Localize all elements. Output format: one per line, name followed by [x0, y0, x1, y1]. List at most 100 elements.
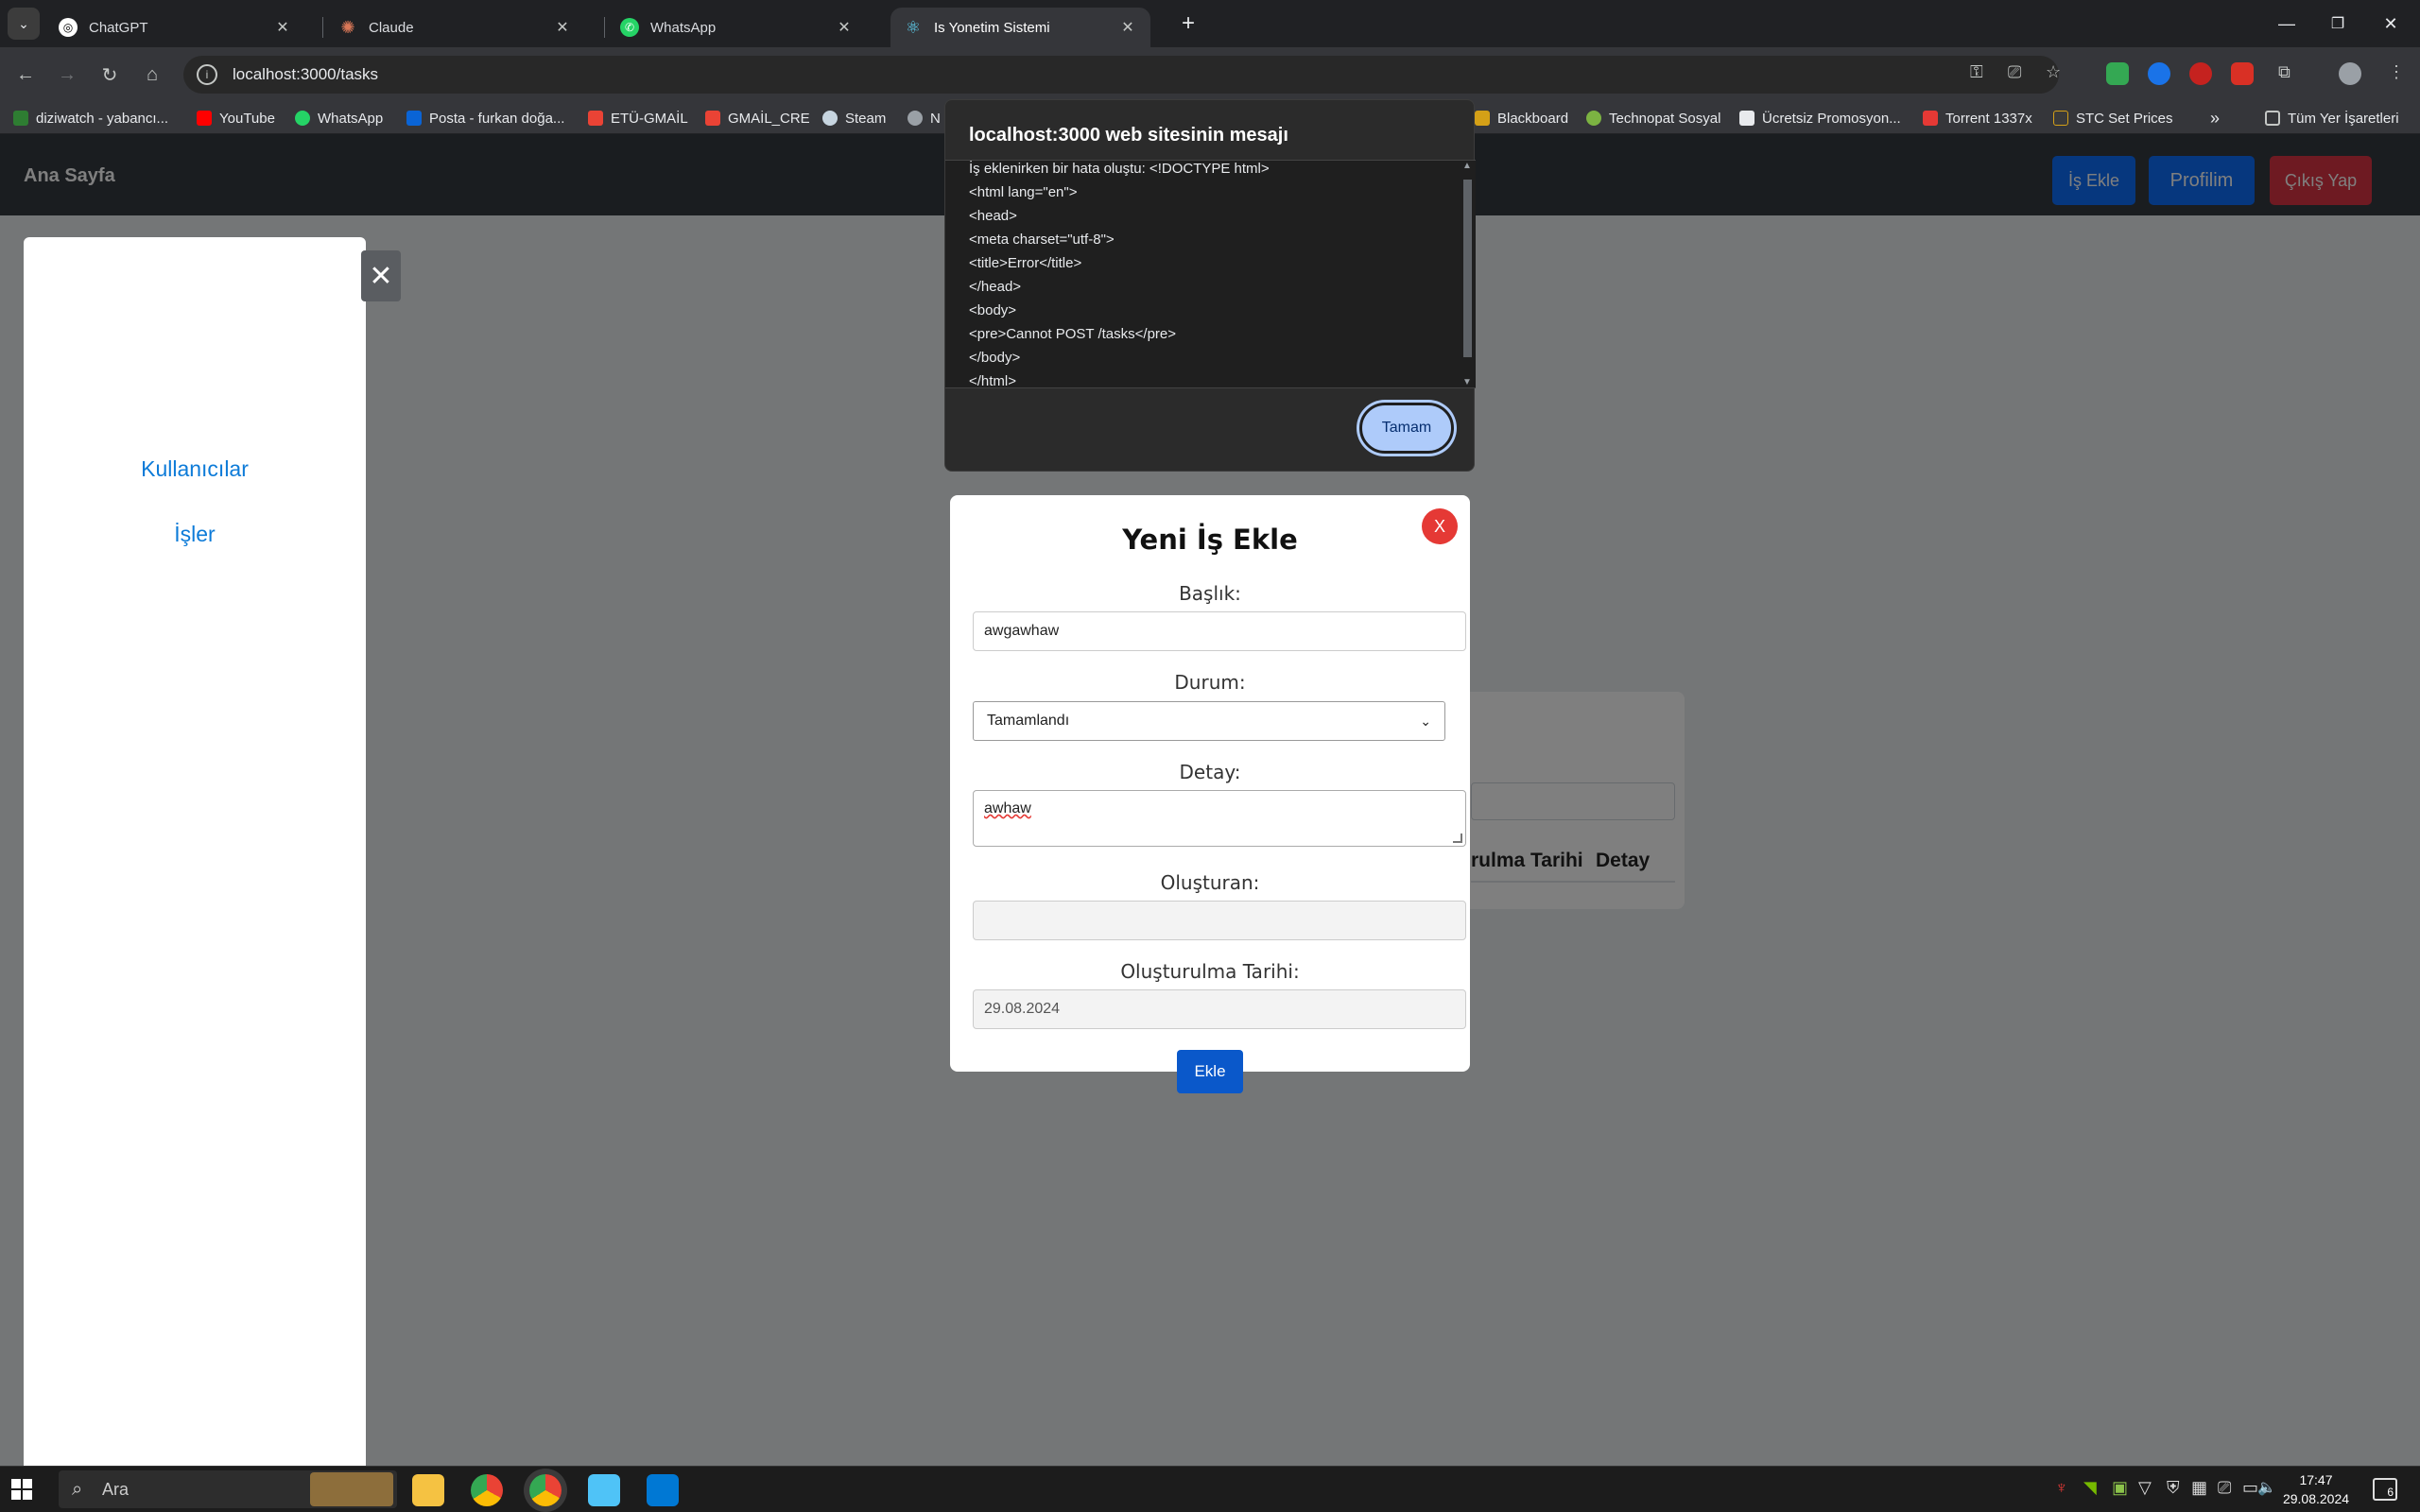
- close-icon[interactable]: ✕: [273, 18, 292, 37]
- tray-green-icon[interactable]: ▣: [2112, 1478, 2128, 1498]
- file-explorer-icon[interactable]: [412, 1474, 444, 1506]
- chrome-icon[interactable]: [471, 1474, 503, 1506]
- tray-grid-icon[interactable]: ▦: [2191, 1478, 2207, 1498]
- scroll-down-icon[interactable]: ▼: [1462, 377, 1472, 387]
- sidebar-item-tasks[interactable]: İşler: [24, 522, 366, 547]
- date-input[interactable]: 29.08.2024: [973, 989, 1466, 1029]
- title-label: Başlık:: [1179, 582, 1241, 605]
- scroll-up-icon[interactable]: ▲: [1462, 161, 1472, 171]
- tray-chevron-icon[interactable]: ▽: [2138, 1478, 2152, 1498]
- search-placeholder: Ara: [102, 1479, 130, 1499]
- nvidia-icon[interactable]: ◥: [2083, 1478, 2097, 1498]
- tab-is-yonetim-sistemi[interactable]: ⚛ Is Yonetim Sistemi ✕: [890, 8, 1150, 47]
- back-icon[interactable]: ←: [9, 59, 42, 91]
- sidebar: Kullanıcılar İşler: [24, 237, 366, 1466]
- alert-ok-button[interactable]: Tamam: [1359, 403, 1454, 454]
- bookmark-blackboard[interactable]: Blackboard: [1475, 108, 1568, 129]
- bookmark-youtube[interactable]: YouTube: [197, 108, 275, 129]
- alert-scrollbar[interactable]: ▲ ▼: [1462, 161, 1472, 387]
- bookmark-label: Blackboard: [1497, 110, 1569, 127]
- bookmark-ucretsiz-promosyon[interactable]: Ücretsiz Promosyon...: [1739, 108, 1901, 129]
- security-icon[interactable]: ⛨: [2167, 1478, 2180, 1498]
- x-icon: [1923, 111, 1938, 126]
- minimize-icon[interactable]: —: [2263, 0, 2310, 47]
- address-bar[interactable]: i localhost:3000/tasks: [183, 56, 2059, 94]
- chrome-active-icon[interactable]: [529, 1474, 562, 1506]
- extensions-puzzle-icon[interactable]: ⧉: [2278, 62, 2290, 82]
- tab-label: ChatGPT: [89, 19, 148, 36]
- bookmark-label: Steam: [845, 110, 887, 127]
- key-icon[interactable]: ⚿: [1970, 62, 1983, 82]
- title-input[interactable]: awgawhaw: [973, 611, 1466, 651]
- bookmark-label: STC Set Prices: [2076, 110, 2173, 127]
- tab-search-dropdown-icon[interactable]: ⌄: [8, 8, 40, 40]
- bookmark-n[interactable]: N: [908, 108, 941, 129]
- bookmark-star-icon[interactable]: ☆: [2046, 62, 2061, 82]
- status-select[interactable]: Tamamlandı ⌄: [973, 701, 1445, 741]
- steam-icon: [822, 111, 838, 126]
- browser-toolbar: ← → ↻ ⌂ i localhost:3000/tasks ⚿ ⎚ ☆ ⧉ ⋮: [0, 47, 2420, 102]
- close-icon[interactable]: ✕: [553, 18, 572, 37]
- shazam-extension-icon[interactable]: [2148, 62, 2170, 85]
- windows-start-icon[interactable]: [11, 1479, 32, 1500]
- new-tab-button[interactable]: +: [1165, 0, 1212, 47]
- detail-textarea[interactable]: awhaw: [973, 790, 1466, 847]
- youtube-icon: [197, 111, 212, 126]
- resize-handle-icon[interactable]: [1453, 833, 1462, 843]
- tab-claude[interactable]: ✺ Claude ✕: [325, 8, 585, 47]
- tab-whatsapp[interactable]: ✆ WhatsApp ✕: [607, 8, 867, 47]
- close-icon[interactable]: ✕: [835, 18, 854, 37]
- record-extension-icon[interactable]: [2189, 62, 2212, 85]
- sidebar-item-users[interactable]: Kullanıcılar: [24, 456, 366, 482]
- shield-extension-icon[interactable]: [2106, 62, 2129, 85]
- power-icon: [1586, 111, 1601, 126]
- bookmark-technopat[interactable]: Technopat Sosyal: [1586, 108, 1720, 129]
- notepad-icon[interactable]: [588, 1474, 620, 1506]
- clock-date: 29.08.2024: [2282, 1491, 2350, 1506]
- restore-icon[interactable]: ❐: [2314, 0, 2361, 47]
- bookmark-etu-gmail[interactable]: ETÜ-GMAİL: [588, 108, 688, 129]
- blackboard-icon: [1475, 111, 1490, 126]
- status-selected-value: Tamamlandı: [987, 713, 1070, 729]
- scrollbar-thumb[interactable]: [1463, 180, 1472, 357]
- install-app-icon[interactable]: ⎚: [2008, 62, 2021, 82]
- tab-label: Is Yonetim Sistemi: [934, 19, 1050, 36]
- home-icon[interactable]: ⌂: [136, 59, 168, 91]
- submit-add-button[interactable]: Ekle: [1177, 1050, 1243, 1093]
- site-info-icon[interactable]: i: [197, 64, 217, 85]
- taskbar-search[interactable]: ⌕ Ara: [59, 1470, 397, 1508]
- close-icon: ✕: [369, 260, 393, 292]
- bookmark-label: Torrent 1337x: [1945, 110, 2032, 127]
- window-close-icon[interactable]: ✕: [2367, 0, 2414, 47]
- system-clock[interactable]: 17:47 29.08.2024: [2278, 1470, 2354, 1508]
- bookmark-torrent[interactable]: Torrent 1337x: [1923, 108, 2032, 129]
- network-icon[interactable]: ⎚: [2218, 1478, 2231, 1498]
- profile-avatar-icon[interactable]: [2339, 62, 2361, 85]
- reload-icon[interactable]: ↻: [94, 59, 126, 91]
- tab-chatgpt[interactable]: ◎ ChatGPT ✕: [45, 8, 305, 47]
- gmail-icon: [588, 111, 603, 126]
- bookmark-diziwatch[interactable]: diziwatch - yabancı...: [13, 108, 168, 129]
- vscode-icon[interactable]: [647, 1474, 679, 1506]
- bookmark-label: WhatsApp: [318, 110, 384, 127]
- notification-center-icon[interactable]: 6: [2373, 1478, 2397, 1501]
- modal-close-button[interactable]: X: [1422, 508, 1458, 544]
- volume-icon[interactable]: 🔈: [2257, 1478, 2276, 1497]
- bookmark-posta[interactable]: Posta - furkan doğa...: [406, 108, 564, 129]
- all-bookmarks[interactable]: Tüm Yer İşaretleri: [2265, 108, 2399, 129]
- bookmark-whatsapp[interactable]: WhatsApp: [295, 108, 383, 129]
- bookmark-steam[interactable]: Steam: [822, 108, 886, 129]
- alert-message-box[interactable]: İş eklenirken bir hata oluştu: <!DOCTYPE…: [945, 160, 1476, 388]
- sidebar-close-button[interactable]: ✕: [361, 250, 401, 301]
- tray-app-icon[interactable]: ♆: [2055, 1478, 2068, 1498]
- bookmark-stc[interactable]: STC Set Prices: [2053, 108, 2173, 129]
- creator-input[interactable]: [973, 901, 1466, 940]
- battery-icon[interactable]: ▭: [2242, 1478, 2258, 1498]
- red-extension-icon[interactable]: [2231, 62, 2254, 85]
- close-icon[interactable]: ✕: [1118, 18, 1137, 37]
- bookmark-gmail-cre[interactable]: GMAİL_CRE: [705, 108, 810, 129]
- forward-icon[interactable]: →: [51, 59, 83, 91]
- bookmark-label: diziwatch - yabancı...: [36, 110, 169, 127]
- more-bookmarks-icon[interactable]: »: [2210, 108, 2220, 129]
- menu-kebab-icon[interactable]: ⋮: [2388, 62, 2405, 82]
